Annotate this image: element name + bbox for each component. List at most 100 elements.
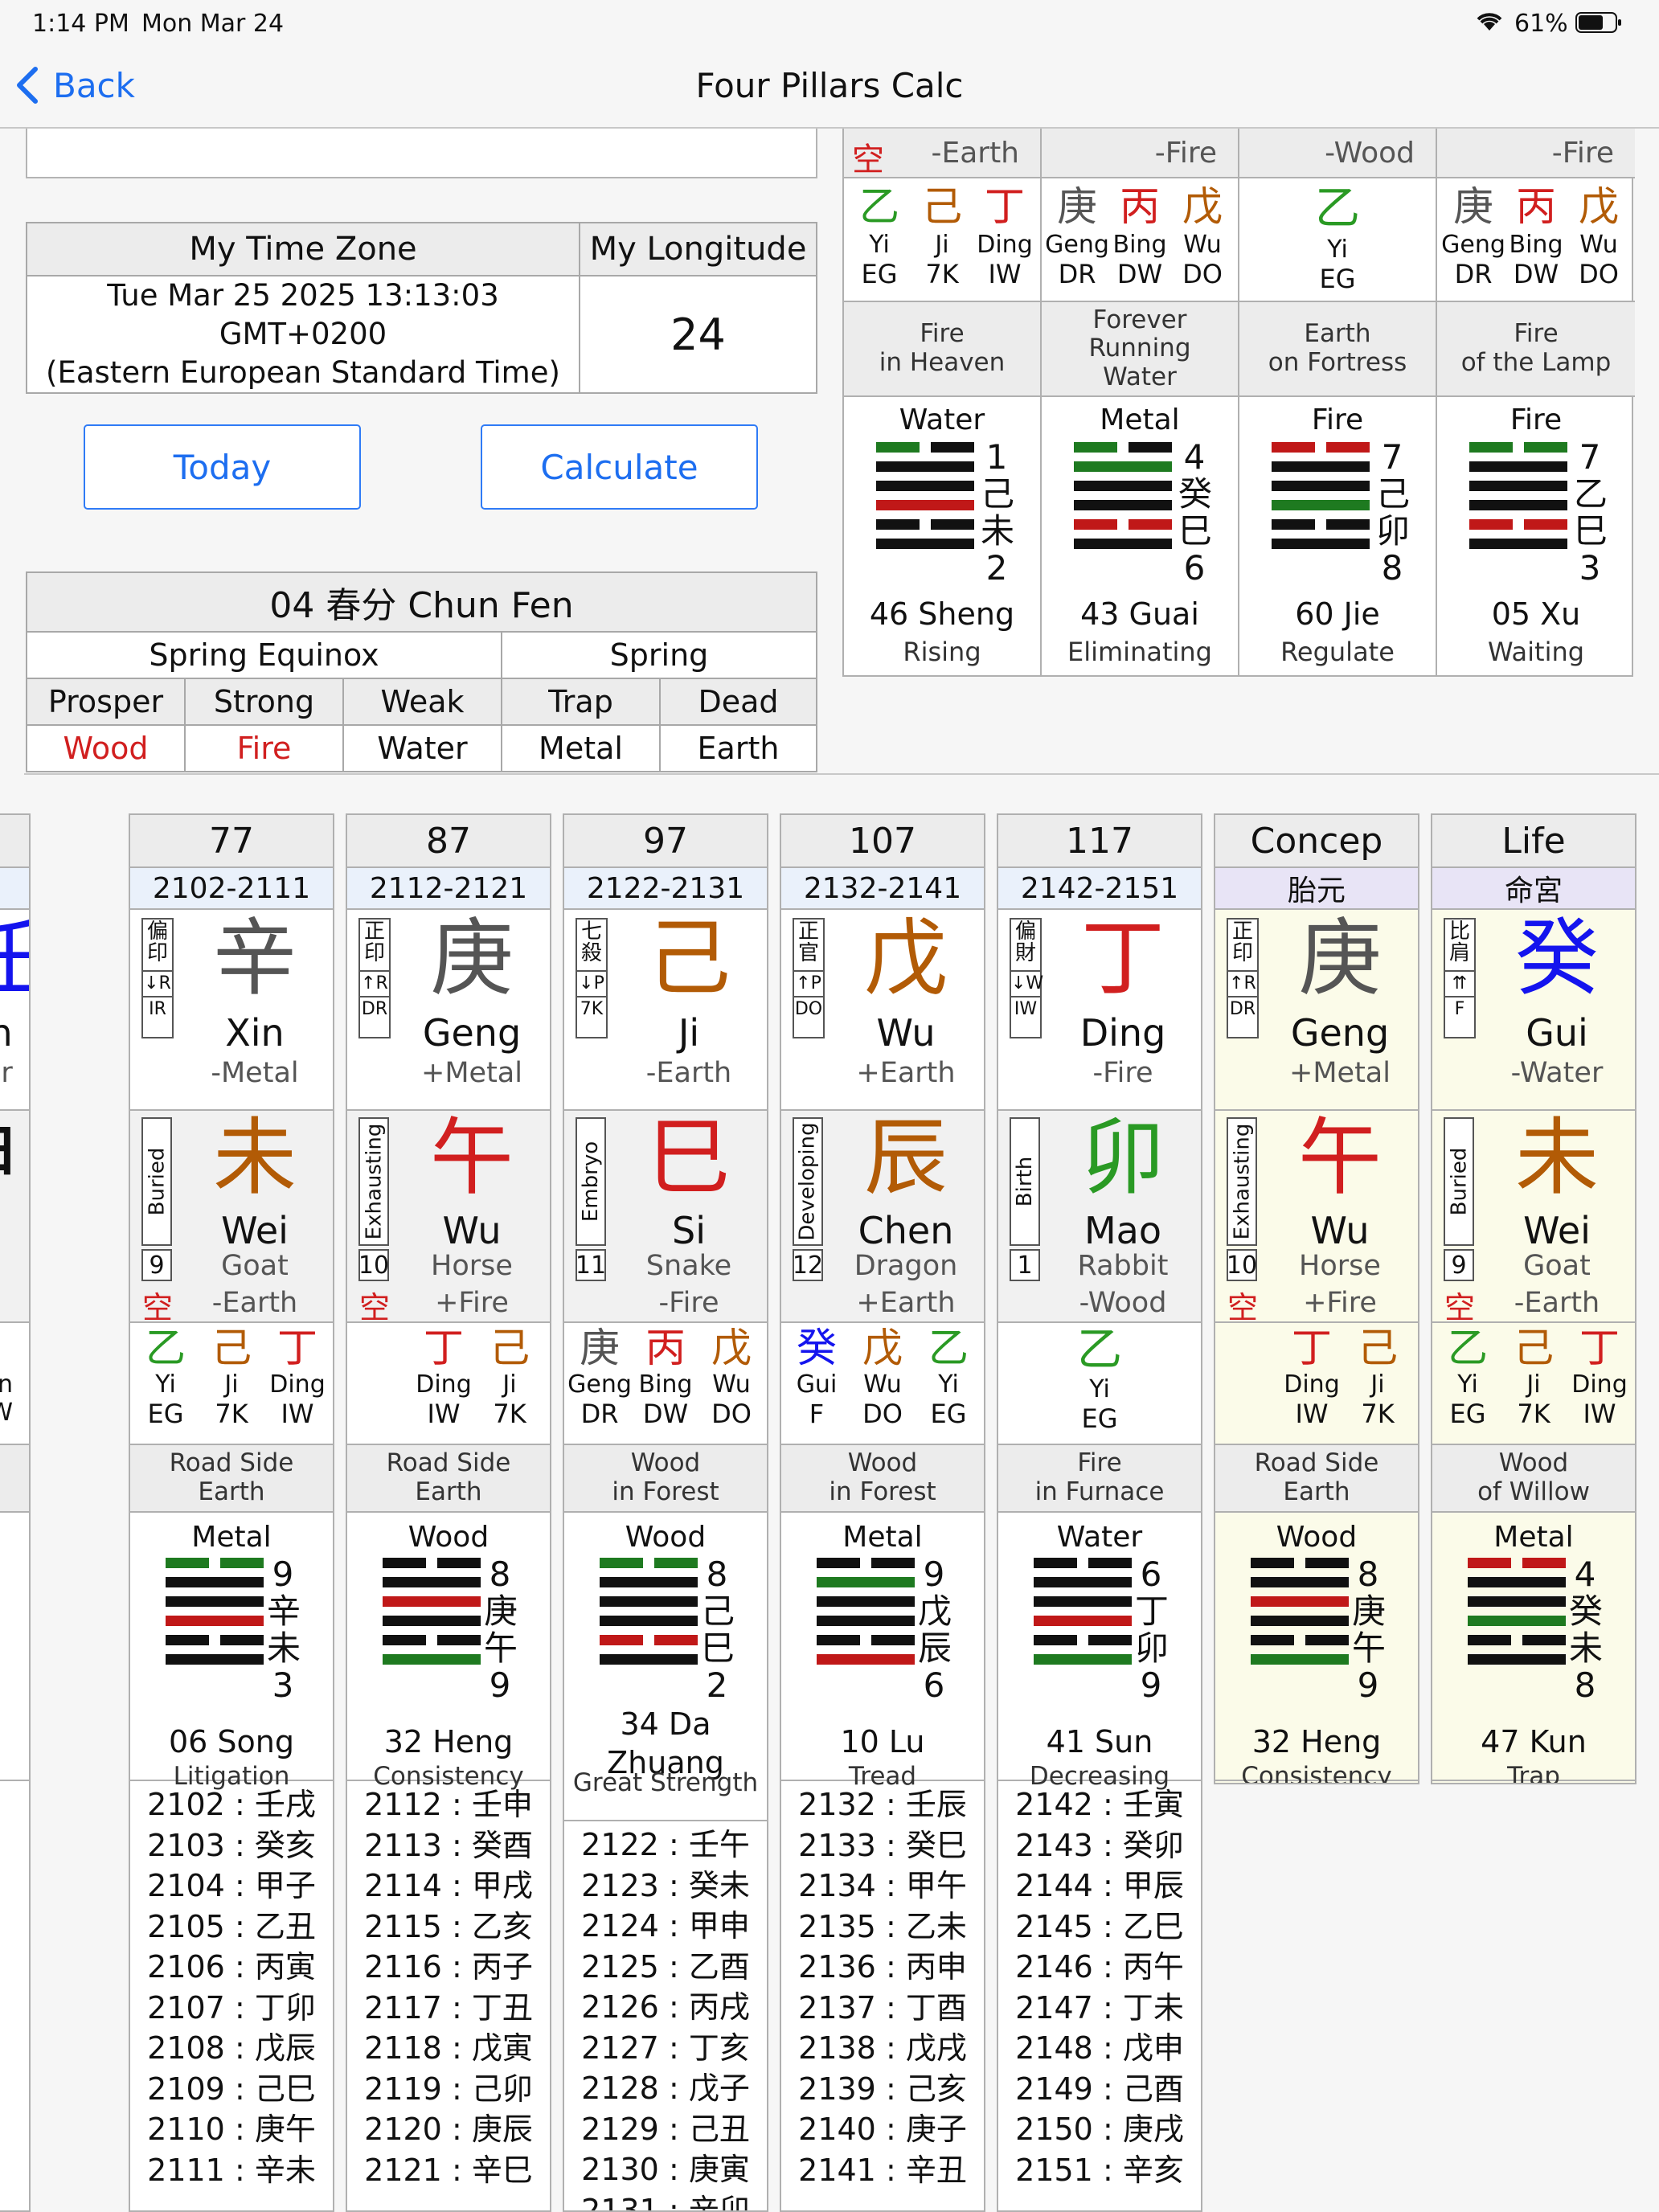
annual-pillar-row[interactable]: 2111 : 辛未 <box>130 2150 333 2191</box>
annual-pillar-row[interactable]: 戊午 <box>0 2028 29 2069</box>
decade-column[interactable]: 117 2142-2151 偏財 ↓W IW 丁 Ding -Fire Birth 1 卯 Mao Ra… <box>997 813 1202 2212</box>
yao-segment <box>1074 481 1172 491</box>
annual-pillar-row[interactable]: 2139 : 己亥 <box>781 2069 984 2110</box>
branch-cell: Birth 1 卯 Mao Rabbit -Wood <box>998 1111 1201 1323</box>
annual-pillar-row[interactable]: 2128 : 戊子 <box>564 2068 767 2109</box>
hidden-stem-char: 丙 <box>645 1325 686 1371</box>
hexagram-number: 午 <box>1352 1628 1387 1668</box>
back-button[interactable]: Back <box>13 63 150 108</box>
annual-pillar-row[interactable]: 2102 : 壬戌 <box>130 1784 333 1825</box>
decade-column[interactable]: Concep 胎元正印 ↑R DR 庚 Geng +Metal Exhausting 10 空午 W… <box>1214 813 1419 1784</box>
decade-column[interactable]: 97 2122-2131 七殺 ↓P 7K 己 Ji -Earth Embryo 11 巳 Si Sna… <box>563 813 768 2212</box>
annual-pillar-row[interactable]: 2146 : 丙午 <box>998 1947 1201 1988</box>
annual-pillar-row[interactable]: 2145 : 乙巳 <box>998 1907 1201 1948</box>
annual-pillar-row[interactable]: 2150 : 庚戌 <box>998 2109 1201 2150</box>
annual-pillar-row[interactable]: 2144 : 甲辰 <box>998 1866 1201 1907</box>
yao-line <box>166 1654 264 1665</box>
annual-pillar-row[interactable]: 2129 : 己丑 <box>564 2109 767 2150</box>
annual-pillar-row[interactable]: 2116 : 丙子 <box>347 1947 550 1988</box>
annual-pillar-row[interactable]: 2105 : 乙丑 <box>130 1907 333 1948</box>
yao-segment <box>1522 1558 1566 1568</box>
annual-pillar-row[interactable]: 2113 : 癸酉 <box>347 1825 550 1866</box>
annual-pillar-row[interactable]: 甲寅 <box>0 1866 29 1907</box>
annual-pillar-row[interactable]: 辛酉 <box>0 2150 29 2191</box>
hexagram-number: 庚 <box>484 1591 518 1631</box>
annual-pillar-row[interactable]: 丙辰 <box>0 1947 29 1988</box>
yao-segment <box>220 1635 264 1645</box>
annual-pillar-row[interactable]: 2106 : 丙寅 <box>130 1947 333 1988</box>
annual-pillar-row[interactable]: 2127 : 丁亥 <box>564 2028 767 2069</box>
decade-column[interactable]: Life 命宮比肩 ⇈ F 癸 Gui -Water Buried 9 空未 Wei Goat -Ear… <box>1431 813 1636 1784</box>
annual-pillar-row[interactable]: 乙卯 <box>0 1907 29 1948</box>
annual-pillar-row[interactable]: 2120 : 庚辰 <box>347 2109 550 2150</box>
hidden-stem-pinyin: Yi <box>869 231 890 259</box>
life-stage-text: Buried <box>145 1147 170 1216</box>
annual-pillar-row[interactable]: 2149 : 己酉 <box>998 2069 1201 2110</box>
phase-header: Weak <box>342 678 502 726</box>
annual-pillar-row[interactable]: 癸丑 <box>0 1825 29 1866</box>
decade-column[interactable]: 87 2112-2121 正印 ↑R DR 庚 Geng +Metal Exhausting 10… <box>346 813 551 2212</box>
annual-pillar-row[interactable]: 2148 : 戊申 <box>998 2028 1201 2069</box>
annual-pillar-row[interactable]: 2137 : 丁酉 <box>781 1988 984 2029</box>
annual-pillar-row[interactable]: 2119 : 己卯 <box>347 2069 550 2110</box>
annual-pillar-row[interactable]: 2125 : 乙酉 <box>564 1947 767 1988</box>
annual-pillar-row[interactable]: 2130 : 庚寅 <box>564 2149 767 2190</box>
yao-segment <box>1469 519 1513 530</box>
annual-pillar-row[interactable]: 2107 : 丁卯 <box>130 1988 333 2029</box>
annual-pillar-row[interactable]: 2115 : 乙亥 <box>347 1907 550 1948</box>
annual-pillar-row[interactable]: 2117 : 丁丑 <box>347 1988 550 2029</box>
stem-pinyin: Ding <box>1079 1011 1166 1055</box>
hidden-stem-char: 丙 <box>1516 183 1556 230</box>
annual-pillar-row[interactable]: 庚申 <box>0 2109 29 2150</box>
annual-pillar-row[interactable]: 2109 : 己巳 <box>130 2069 333 2110</box>
ten-god-char: 偏 <box>146 920 168 944</box>
annual-pillar-row[interactable]: 2103 : 癸亥 <box>130 1825 333 1866</box>
yao-line <box>1034 1558 1132 1568</box>
annual-pillar-row[interactable]: 2138 : 戊戌 <box>781 2028 984 2069</box>
annual-pillar-row[interactable]: 2114 : 甲戌 <box>347 1866 550 1907</box>
annual-pillar-row[interactable]: 2126 : 丙戌 <box>564 1987 767 2028</box>
ten-god-arrow: ↑R <box>360 969 389 993</box>
annual-pillar-row[interactable]: 2121 : 辛巳 <box>347 2150 550 2191</box>
longitude-value[interactable]: 24 <box>579 275 817 394</box>
decade-column[interactable]: 77 2102-2111 偏印 ↓R IR 辛 Xin -Metal Buried 9 空未 Wei G… <box>129 813 334 2212</box>
annual-pillar-row[interactable]: 2124 : 甲申 <box>564 1906 767 1947</box>
life-stage-text: Exhausting <box>1230 1123 1254 1240</box>
yao-segment <box>1272 442 1315 453</box>
decade-column[interactable]: 107 2132-2141 正官 ↑P DO 戊 Wu +Earth Developing 12 辰… <box>780 813 985 2212</box>
annual-pillar-row[interactable]: 2122 : 壬午 <box>564 1825 767 1866</box>
annual-pillar-row[interactable]: 2141 : 辛丑 <box>781 2150 984 2191</box>
annual-pillar-row[interactable]: 2151 : 辛亥 <box>998 2150 1201 2191</box>
yao-line <box>1272 442 1370 453</box>
annual-pillar-row[interactable]: 丁巳 <box>0 1988 29 2029</box>
branch-cell: 申 hen nkey Metal <box>0 1111 29 1323</box>
annual-pillar-row[interactable]: 2140 : 庚子 <box>781 2109 984 2150</box>
annual-pillar-row[interactable]: 2123 : 癸未 <box>564 1866 767 1907</box>
annual-pillar-row[interactable]: 2133 : 癸巳 <box>781 1825 984 1866</box>
yao-segment <box>437 1558 481 1568</box>
annual-pillar-row[interactable]: 2108 : 戊辰 <box>130 2028 333 2069</box>
annual-pillar-row[interactable]: 壬子 <box>0 1784 29 1825</box>
yao-segment <box>876 519 920 530</box>
annual-pillar-row[interactable]: 2136 : 丙申 <box>781 1947 984 1988</box>
annual-pillar-row[interactable]: 2131 : 辛卯 <box>564 2190 767 2211</box>
ten-god-chars: 比肩 <box>1445 920 1474 965</box>
annual-pillar-row[interactable]: 2104 : 甲子 <box>130 1866 333 1907</box>
calculate-button[interactable]: Calculate <box>481 424 758 510</box>
yao-line <box>1469 500 1567 510</box>
annual-pillar-row[interactable]: 2118 : 戊寅 <box>347 2028 550 2069</box>
annual-pillar-row[interactable]: 2110 : 庚午 <box>130 2109 333 2150</box>
annual-pillar-row[interactable]: 2135 : 乙未 <box>781 1907 984 1948</box>
annual-pillar-row[interactable]: 2134 : 甲午 <box>781 1866 984 1907</box>
today-button[interactable]: Today <box>84 424 361 510</box>
annual-pillar-row[interactable]: 2142 : 壬寅 <box>998 1784 1201 1825</box>
annual-pillar-row[interactable]: 2143 : 癸卯 <box>998 1825 1201 1866</box>
annual-pillar-row[interactable]: 己未 <box>0 2069 29 2110</box>
yao-line <box>166 1635 264 1645</box>
ten-god-char: 官 <box>797 941 819 966</box>
yao-line <box>383 1635 481 1645</box>
annual-pillar-row[interactable]: 2147 : 丁未 <box>998 1988 1201 2029</box>
hidden-stem-char: 庚 <box>580 1325 620 1371</box>
annual-pillar-row[interactable]: 2112 : 壬申 <box>347 1784 550 1825</box>
annual-pillar-row[interactable]: 2132 : 壬辰 <box>781 1784 984 1825</box>
